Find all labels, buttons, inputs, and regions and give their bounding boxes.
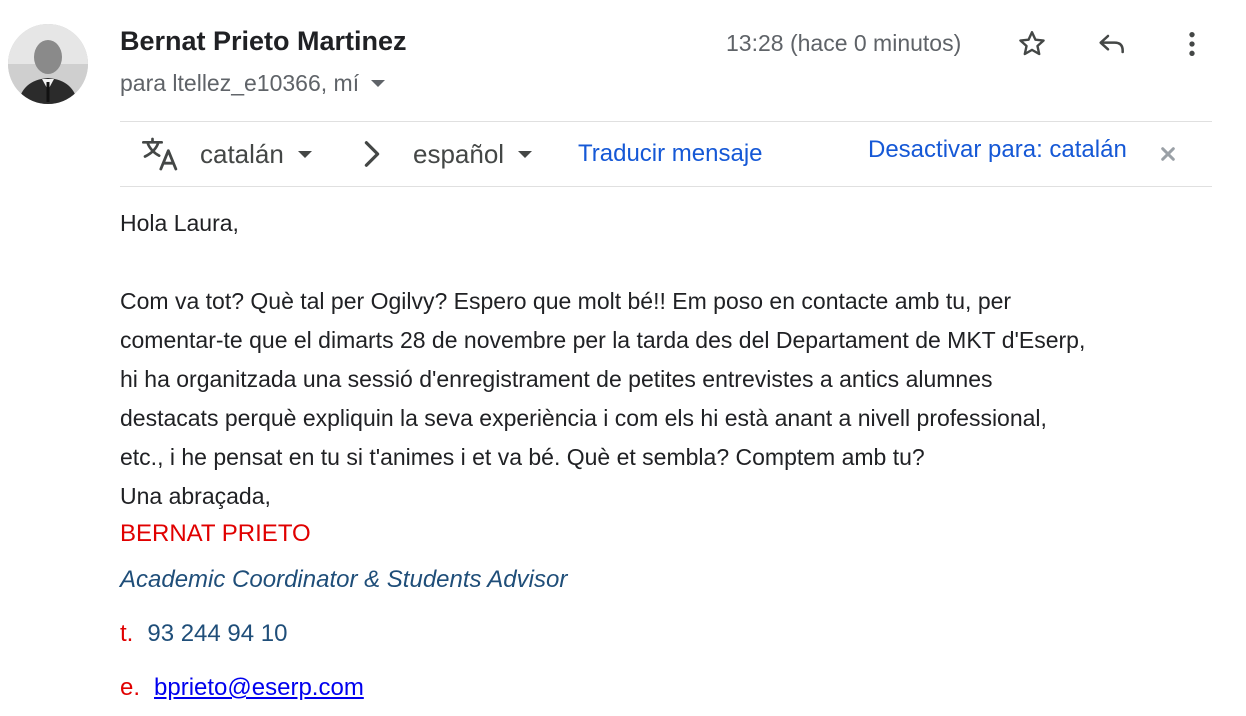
- signature-phone: t. 93 244 94 10: [120, 620, 287, 648]
- chevron-right-icon: [360, 122, 384, 186]
- paragraph-line: comentar-te que el dimarts 28 de novembr…: [120, 327, 1086, 353]
- email-link[interactable]: bprieto@eserp.com: [154, 674, 364, 701]
- star-icon: [1019, 31, 1045, 56]
- close-icon[interactable]: [1160, 122, 1176, 186]
- target-language-select[interactable]: español: [413, 122, 533, 186]
- chevron-down-icon: [297, 150, 312, 158]
- more-options-button[interactable]: [1172, 24, 1212, 64]
- translate-icon: [140, 122, 180, 186]
- paragraph-line: destacats perquè expliquin la seva exper…: [120, 405, 1047, 431]
- chevron-down-icon: [518, 150, 533, 158]
- translate-bar: catalán español Traducir mensaje Desacti…: [120, 121, 1212, 187]
- chevron-down-icon: [371, 80, 386, 87]
- source-language-select[interactable]: catalán: [200, 122, 312, 186]
- sender-name[interactable]: Bernat Prieto Martinez: [120, 26, 407, 57]
- phone-number: 93 244 94 10: [147, 620, 288, 647]
- more-vert-icon: [1189, 32, 1195, 56]
- avatar[interactable]: [8, 24, 88, 104]
- signature-name: BERNAT PRIETO: [120, 520, 311, 547]
- avatar-photo: [8, 24, 88, 104]
- phone-prefix: t.: [120, 620, 134, 647]
- signature-email: e. bprieto@eserp.com: [120, 674, 364, 702]
- email-prefix: e.: [120, 674, 141, 701]
- recipients-text: para ltellez_e10366, mí: [120, 70, 360, 96]
- paragraph-line: Com va tot? Què tal per Ogilvy? Espero q…: [120, 288, 1012, 314]
- reply-button[interactable]: [1092, 24, 1132, 64]
- recipients-toggle[interactable]: para ltellez_e10366, mí: [120, 70, 386, 97]
- greeting: Hola Laura,: [120, 210, 239, 236]
- paragraph-line: etc., i he pensat en tu si t'animes i et…: [120, 444, 925, 470]
- message-timestamp: 13:28 (hace 0 minutos): [726, 30, 962, 56]
- signature-title: Academic Coordinator & Students Advisor: [120, 566, 568, 593]
- closing: Una abraçada,: [120, 483, 271, 509]
- paragraph-line: hi ha organitzada una sessió d'enregistr…: [120, 366, 993, 392]
- translate-message-link[interactable]: Traducir mensaje: [578, 122, 763, 186]
- target-language-label: español: [413, 138, 505, 169]
- star-button[interactable]: [1012, 24, 1052, 64]
- disable-translation-link[interactable]: Desactivar para: catalán: [868, 118, 1127, 182]
- source-language-label: catalán: [200, 138, 284, 169]
- reply-icon: [1099, 34, 1124, 54]
- message-paragraph: Com va tot? Què tal per Ogilvy? Espero q…: [120, 282, 1220, 516]
